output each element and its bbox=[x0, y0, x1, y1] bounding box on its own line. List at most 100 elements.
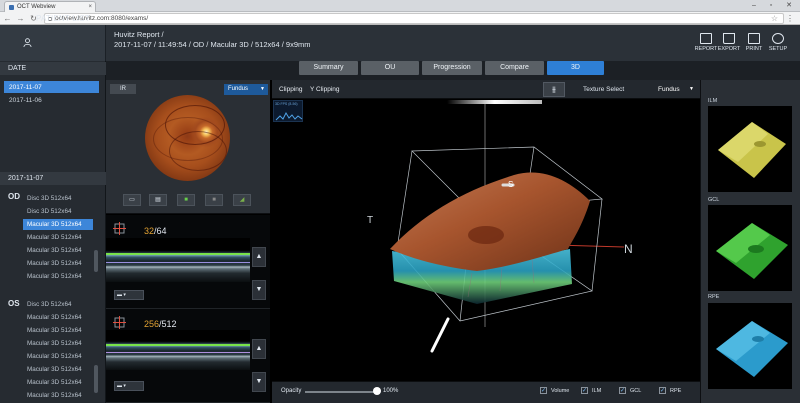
bscan-down-button[interactable]: ▼ bbox=[252, 372, 266, 392]
date-item[interactable]: 2017-11-07 bbox=[4, 81, 99, 93]
tab-ou[interactable]: OU bbox=[361, 61, 419, 75]
bscan-up-button[interactable]: ▲ bbox=[252, 247, 266, 267]
bscan-view-select[interactable]: ▬ ▾ bbox=[114, 290, 144, 300]
overlay-icon[interactable]: ▤ bbox=[149, 194, 167, 206]
crosshair-icon bbox=[113, 222, 126, 235]
bscan-down-button[interactable]: ▼ bbox=[252, 280, 266, 300]
scan-item[interactable]: Macular 3D 512x64 bbox=[23, 364, 93, 375]
bscan-view-select[interactable]: ▬ ▾ bbox=[114, 381, 144, 391]
scan-item[interactable]: Macular 3D 512x64 bbox=[23, 390, 93, 401]
fundus-image[interactable] bbox=[145, 95, 230, 181]
bscan-current: 256 bbox=[144, 319, 160, 329]
bscan-image-1[interactable] bbox=[106, 238, 250, 282]
report-title-line2: 2017-11-07 / 11:49:54 / OD / Macular 3D … bbox=[114, 40, 311, 49]
browser-tab-title: OCT Webview bbox=[17, 4, 56, 10]
ir-button[interactable]: IR bbox=[110, 84, 136, 94]
layer-view-gcl[interactable] bbox=[708, 205, 792, 291]
export-button[interactable]: EXPORT bbox=[717, 33, 741, 52]
tab-compare[interactable]: Compare bbox=[485, 61, 544, 75]
grid-icon[interactable]: ■ bbox=[205, 194, 223, 206]
exam-date-header: 2017-11-07 bbox=[0, 172, 106, 185]
texture-select-label: Texture Select bbox=[583, 86, 625, 93]
browser-menu-icon[interactable]: ⋮ bbox=[786, 14, 794, 23]
crosshair-icon bbox=[113, 316, 126, 329]
bscan-counter-1: 32/64 bbox=[144, 226, 167, 236]
axis-label-s: S bbox=[508, 180, 513, 189]
rpe-checkbox[interactable]: ✓ bbox=[659, 387, 666, 394]
browser-tab[interactable]: OCT Webview × bbox=[4, 1, 96, 12]
rpe-label: RPE bbox=[670, 388, 682, 394]
scan-item[interactable]: Macular 3D 512x64 bbox=[23, 271, 93, 282]
layer-title-gcl: GCL bbox=[708, 197, 720, 203]
scan-item[interactable]: Disc 3D 512x64 bbox=[23, 193, 93, 204]
tab-progression[interactable]: Progression bbox=[422, 61, 482, 75]
3d-volume-view[interactable]: S T N bbox=[272, 99, 700, 381]
export-icon bbox=[723, 33, 735, 44]
patient-list-button[interactable] bbox=[0, 25, 106, 61]
opacity-value: 100% bbox=[383, 388, 399, 394]
maximize-icon[interactable]: ▫ bbox=[763, 0, 779, 11]
bscan-counter-2: 256/512 bbox=[144, 319, 177, 329]
scan-item[interactable]: Macular 3D 512x64 bbox=[23, 338, 93, 349]
scan-item[interactable]: Macular 3D 512x64 bbox=[23, 232, 93, 243]
adjust-icon[interactable]: ⫵ bbox=[543, 82, 565, 97]
opacity-slider[interactable] bbox=[305, 391, 378, 393]
bscan-image-2[interactable] bbox=[106, 330, 250, 370]
gcl-label: GCL bbox=[630, 388, 642, 394]
report-title: Huvitz Report / 2017-11-07 / 11:49:54 / … bbox=[114, 30, 311, 50]
layer-view-rpe[interactable] bbox=[708, 303, 792, 389]
close-window-icon[interactable]: ✕ bbox=[781, 0, 797, 11]
setup-button[interactable]: SETUP bbox=[766, 33, 790, 52]
clipping-button[interactable]: Clipping bbox=[276, 83, 306, 96]
tab-3d[interactable]: 3D bbox=[547, 61, 604, 75]
scan-item[interactable]: Macular 3D 512x64 bbox=[23, 258, 93, 269]
bscan-up-button[interactable]: ▲ bbox=[252, 339, 266, 359]
scan-item[interactable]: Macular 3D 512x64 bbox=[23, 351, 93, 362]
user-icon bbox=[23, 38, 32, 47]
y-clipping-button[interactable]: Y Clipping bbox=[310, 83, 348, 96]
opacity-slider-handle[interactable] bbox=[373, 387, 381, 395]
report-button[interactable]: REPORT bbox=[694, 33, 718, 52]
report-icon bbox=[700, 33, 712, 44]
scan-item[interactable]: Macular 3D 512x64 bbox=[23, 312, 93, 323]
back-icon[interactable]: ← bbox=[2, 13, 13, 24]
scan-item[interactable]: Macular 3D 512x64 bbox=[23, 377, 93, 388]
scan-item[interactable]: Disc 3D 512x64 bbox=[23, 206, 93, 217]
print-label: PRINT bbox=[745, 46, 763, 52]
minimize-icon[interactable]: – bbox=[746, 0, 762, 11]
url-field[interactable]: octview.huvitz.com:8080/exams/ bbox=[44, 13, 784, 24]
scan-item[interactable]: Macular 3D 512x64 bbox=[23, 245, 93, 256]
volume-checkbox[interactable]: ✓ bbox=[540, 387, 547, 394]
patient-list-label: PATIENT LIST bbox=[36, 14, 90, 23]
bscan-total: /512 bbox=[159, 319, 177, 329]
scan-item[interactable]: Macular 3D 512x64 bbox=[23, 325, 93, 336]
print-button[interactable]: PRINT bbox=[742, 33, 766, 52]
scan-item[interactable]: Disc 3D 512x64 bbox=[23, 299, 93, 310]
fps-label: 3D FPS (8-56) bbox=[275, 102, 298, 106]
layer-view-ilm[interactable] bbox=[708, 106, 792, 192]
texture-select[interactable]: Fundus ▼ bbox=[654, 83, 696, 96]
date-item[interactable]: 2017-11-06 bbox=[4, 94, 99, 106]
od-label: OD bbox=[8, 192, 20, 201]
close-tab-icon[interactable]: × bbox=[88, 4, 92, 10]
ilm-checkbox[interactable]: ✓ bbox=[581, 387, 588, 394]
bscan-current: 32 bbox=[144, 226, 155, 236]
scan-item[interactable]: Macular 3D 512x64 bbox=[23, 219, 93, 230]
tab-summary[interactable]: Summary bbox=[299, 61, 358, 75]
bookmark-star-icon[interactable]: ☆ bbox=[771, 14, 778, 23]
scrollbar-os[interactable] bbox=[94, 365, 98, 393]
report-label: REPORT bbox=[694, 46, 718, 52]
scrollbar-od[interactable] bbox=[94, 250, 98, 272]
fundus-mode-select[interactable]: Fundus ▼ bbox=[224, 84, 268, 95]
ilm-label: ILM bbox=[592, 388, 602, 394]
gear-icon bbox=[772, 33, 784, 44]
leaf-icon[interactable]: ◢ bbox=[233, 194, 251, 206]
thickness-map-icon[interactable]: ■ bbox=[177, 194, 195, 206]
bscan-total: /64 bbox=[154, 226, 167, 236]
chevron-down-icon: ▼ bbox=[689, 86, 694, 92]
scan-line-icon[interactable]: ▭ bbox=[123, 194, 141, 206]
gcl-checkbox[interactable]: ✓ bbox=[619, 387, 626, 394]
layer-title-ilm: ILM bbox=[708, 98, 718, 104]
forward-icon[interactable]: → bbox=[15, 13, 26, 24]
axis-label-t: T bbox=[367, 215, 373, 226]
